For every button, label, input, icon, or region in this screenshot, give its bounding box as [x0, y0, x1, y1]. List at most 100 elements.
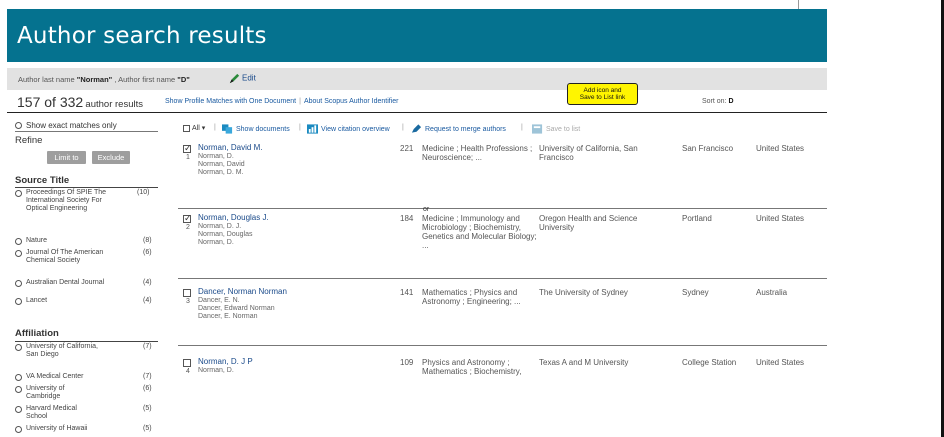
name-variant: Norman, Douglas [198, 231, 253, 238]
documents-icon [222, 124, 233, 134]
document-count-link[interactable]: 141 [400, 288, 413, 297]
row-checkbox[interactable] [183, 289, 191, 297]
affiliation-heading: Affiliation [15, 328, 59, 339]
facet-radio[interactable] [15, 426, 22, 433]
results-divider [7, 112, 827, 113]
name-variant: Norman, D. [198, 367, 234, 374]
select-all-checkbox[interactable] [183, 124, 190, 132]
name-variant: Dancer, E. Norman [198, 313, 258, 320]
select-all-control[interactable]: All ▾ [183, 124, 205, 132]
show-documents-button[interactable]: Show documents [222, 124, 290, 134]
author-name-link[interactable]: Norman, D. J P [198, 357, 253, 366]
facet-count: (7) [143, 343, 152, 350]
author-name-variants: Norman, D. [198, 367, 234, 375]
facet-radio[interactable] [15, 298, 22, 305]
facet-count: (4) [143, 279, 152, 286]
row-checkbox[interactable] [183, 359, 191, 367]
author-name-variants: Norman, D. J. Norman, Douglas Norman, D. [198, 223, 252, 247]
request-merge-button[interactable]: Request to merge authors [411, 124, 506, 134]
city-name: College Station [682, 358, 737, 367]
sort-label: Sort on: [702, 98, 727, 105]
row-checkbox[interactable] [183, 213, 192, 224]
facet-radio[interactable] [15, 406, 22, 413]
save-to-list-button[interactable]: Save to list [532, 124, 580, 134]
name-variant: Norman, D. J. [198, 223, 242, 230]
request-merge-label[interactable]: Request to merge authors [425, 126, 506, 133]
source-title-heading: Source Title [15, 175, 70, 186]
name-variant: Norman, David [198, 161, 245, 168]
row-divider [178, 345, 827, 346]
facet-name: University of California, San Diego [26, 343, 98, 358]
show-profile-matches-link[interactable]: Show Profile Matches with One Document [165, 98, 296, 105]
facet-name: Harvard Medical School [26, 405, 77, 420]
facet-radio[interactable] [15, 344, 22, 351]
select-all-label: All [192, 125, 200, 132]
facet-radio[interactable] [15, 386, 22, 393]
affiliation-name: Texas A and M University [539, 358, 629, 367]
city-name: Sydney [682, 288, 709, 297]
row-divider [178, 278, 827, 279]
author-name-link[interactable]: Norman, David M. [198, 143, 262, 152]
name-variant: Norman, D. M. [198, 169, 244, 176]
facet-count: (5) [143, 405, 152, 412]
save-to-list-label[interactable]: Save to list [546, 126, 580, 133]
edit-label[interactable]: Edit [242, 74, 256, 83]
view-citation-label[interactable]: View citation overview [321, 126, 390, 133]
author-name-link[interactable]: Dancer, Norman Norman [198, 287, 287, 296]
facet-name: Journal Of The American Chemical Society [26, 249, 104, 264]
results-links: Show Profile Matches with One Document | A… [165, 98, 399, 105]
facet-name: Nature [26, 237, 48, 244]
affiliation-name: The University of Sydney [539, 288, 628, 297]
document-count-link[interactable]: 109 [400, 358, 413, 367]
facet-name: Australian Dental Journal [26, 279, 105, 286]
sidebar-divider [15, 131, 158, 132]
row-checkbox[interactable] [183, 143, 192, 154]
edit-search-link[interactable]: Edit [228, 72, 256, 85]
country-name: United States [756, 144, 805, 153]
facet-count: (6) [143, 249, 152, 256]
author-result-row: 1 Norman, David M. Norman, D. Norman, Da… [183, 143, 823, 203]
subject-areas: Medicine ; Immunology and Microbiology ;… [422, 214, 537, 250]
facet-count: (7) [143, 373, 152, 380]
facet-radio[interactable] [15, 374, 22, 381]
page-title: Author search results [17, 23, 267, 49]
query-prefix: Author last name [18, 75, 77, 84]
document-count-link[interactable]: 184 [400, 214, 413, 223]
or-marker: or [423, 206, 430, 213]
country-name: United States [756, 358, 805, 367]
exact-matches-option[interactable]: Show exact matches only [15, 121, 117, 130]
author-name-variants: Dancer, E. N. Dancer, Edward Norman Danc… [198, 297, 275, 321]
facet-count: (10) [137, 189, 150, 196]
name-variant: Dancer, Edward Norman [198, 305, 275, 312]
subject-areas: Medicine ; Health Professions ; Neurosci… [422, 144, 533, 162]
document-count-link[interactable]: 221 [400, 144, 413, 153]
results-label: author results [85, 99, 143, 110]
exact-matches-radio[interactable] [15, 122, 22, 130]
show-documents-label[interactable]: Show documents [236, 126, 290, 133]
limit-to-button[interactable]: Limit to [47, 151, 86, 164]
facet-radio[interactable] [15, 280, 22, 287]
save-list-icon [532, 124, 543, 134]
subject-areas: Physics and Astronomy ; Mathematics ; Bi… [422, 358, 522, 376]
view-citation-overview-button[interactable]: View citation overview [307, 124, 390, 134]
row-divider [178, 208, 827, 209]
query-last-name: "Norman" [76, 75, 113, 84]
sort-value[interactable]: D [728, 98, 733, 105]
author-name-link[interactable]: Norman, Douglas J. [198, 213, 269, 222]
source-title-divider [15, 187, 158, 188]
facet-radio[interactable] [15, 190, 22, 197]
exact-matches-label: Show exact matches only [26, 121, 117, 130]
sort-control[interactable]: Sort on: D [702, 98, 734, 105]
annotation-sticky-note: Add icon and Save to List link [567, 83, 638, 105]
facet-radio[interactable] [15, 238, 22, 245]
chevron-down-icon[interactable]: ▾ [202, 125, 206, 132]
link-separator: | [299, 98, 301, 105]
affiliation-name: Oregon Health and Science University [539, 214, 638, 232]
facet-radio[interactable] [15, 250, 22, 257]
results-shown: 157 [17, 94, 41, 110]
exclude-button[interactable]: Exclude [92, 151, 130, 164]
author-result-row: 3 Dancer, Norman Norman Dancer, E. N. Da… [183, 287, 823, 347]
about-author-identifier-link[interactable]: About Scopus Author Identifier [304, 98, 399, 105]
country-name: United States [756, 214, 805, 223]
query-middle: , Author first name [112, 75, 178, 84]
